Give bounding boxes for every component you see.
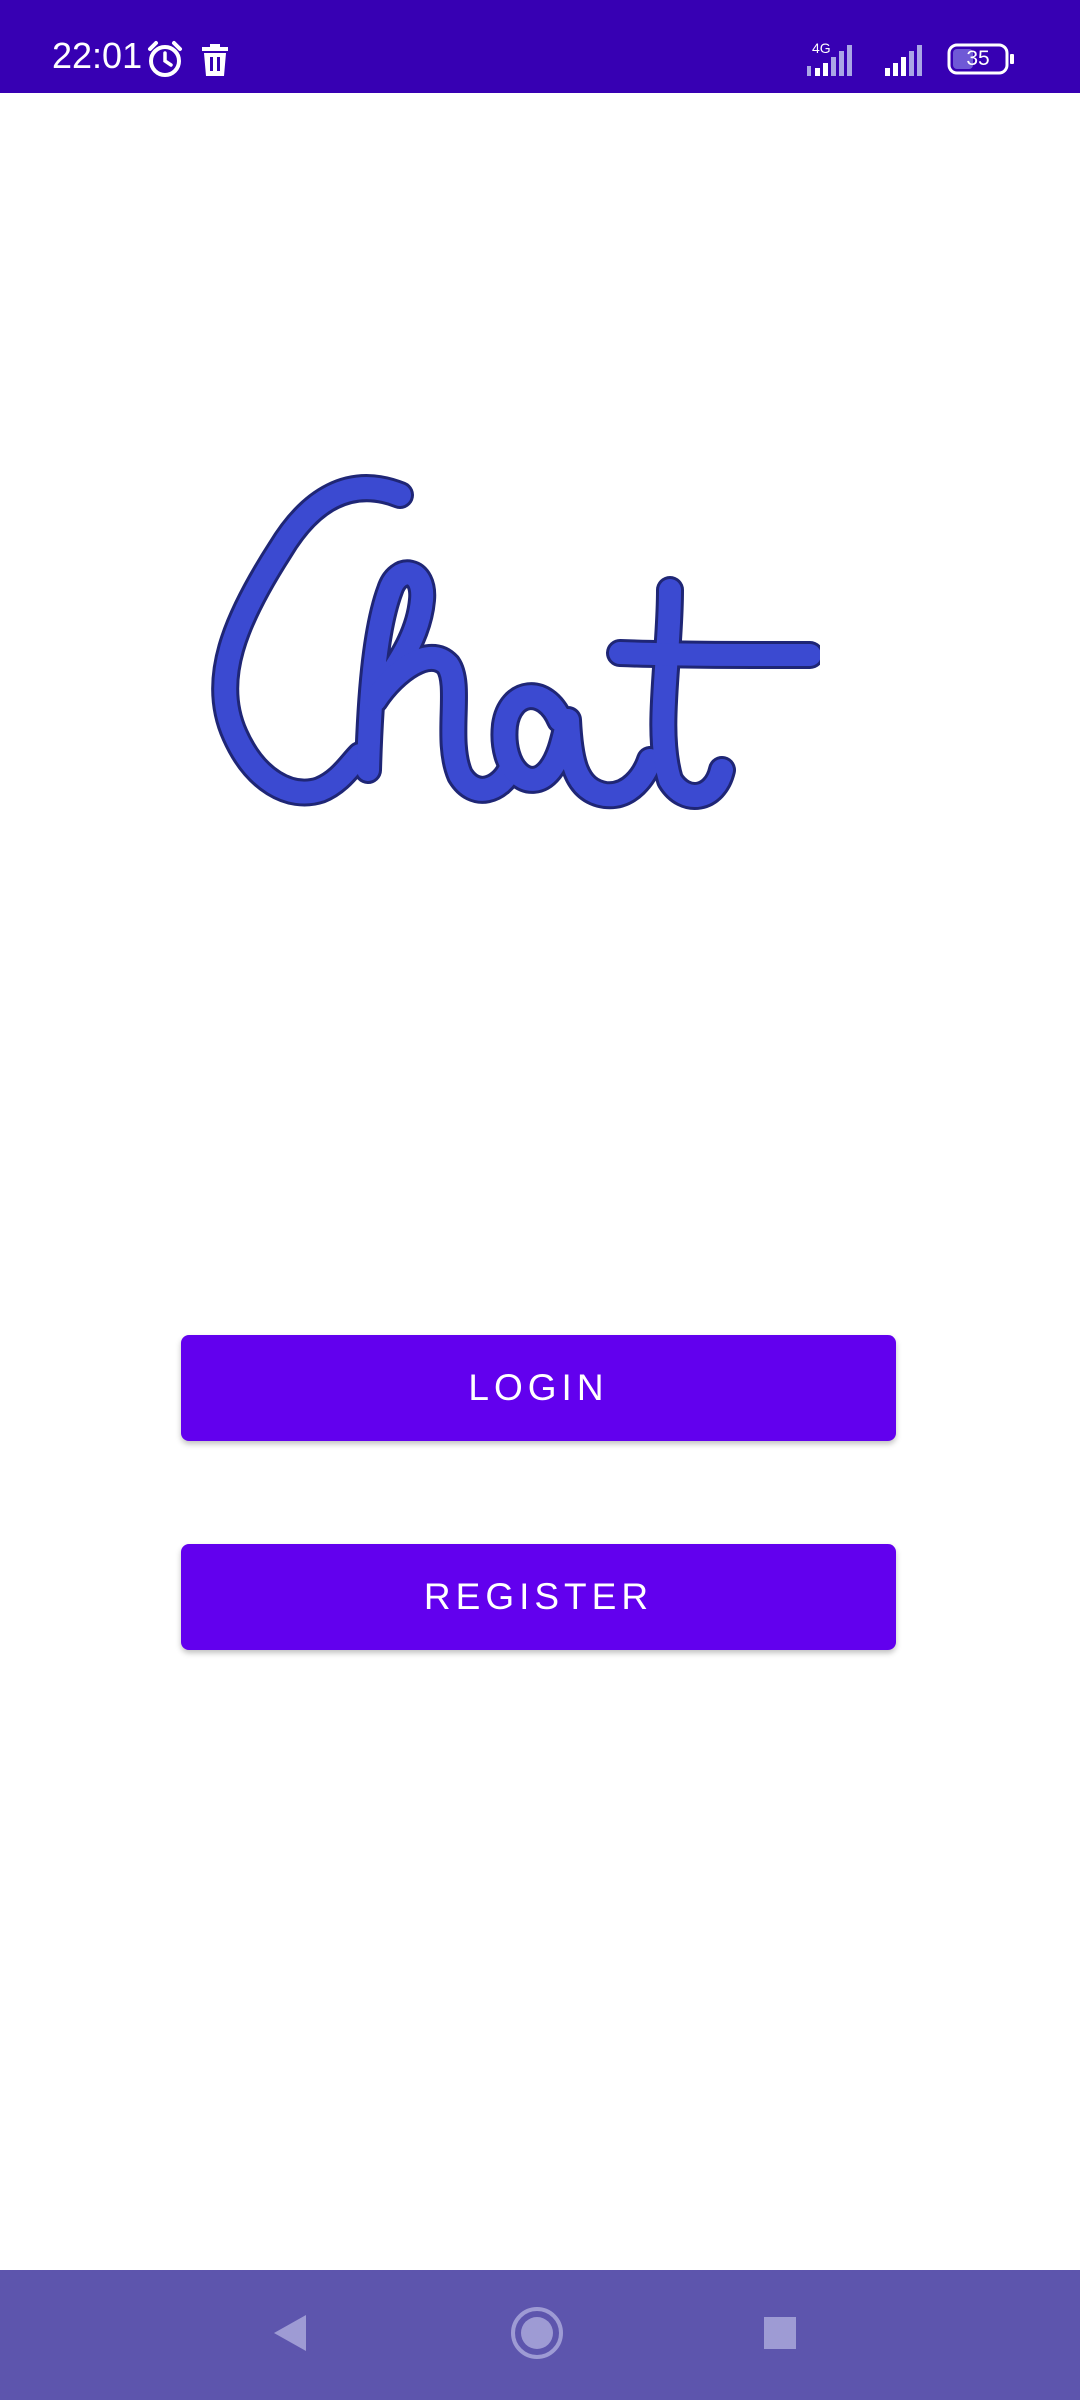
register-button-label: REGISTER: [423, 1576, 654, 1617]
register-button[interactable]: REGISTER: [181, 1544, 896, 1650]
recents-button[interactable]: [745, 2300, 815, 2370]
home-icon: [510, 2306, 564, 2365]
battery-level: 35: [966, 47, 990, 70]
alarm-icon: [146, 40, 184, 83]
recents-icon: [762, 2315, 798, 2356]
chat-logo: [200, 470, 824, 830]
status-time: 22:01: [52, 35, 143, 76]
login-button[interactable]: LOGIN: [181, 1335, 896, 1441]
battery-icon: 35: [947, 43, 1015, 75]
trash-icon: [202, 44, 228, 81]
back-button[interactable]: [255, 2300, 325, 2370]
navigation-bar: [0, 2270, 1080, 2400]
login-button-label: LOGIN: [468, 1367, 609, 1408]
signal-icon: [805, 42, 935, 83]
back-icon: [270, 2313, 310, 2358]
home-button[interactable]: [502, 2300, 572, 2370]
status-bar: 22:01 4G 35: [0, 0, 1080, 93]
